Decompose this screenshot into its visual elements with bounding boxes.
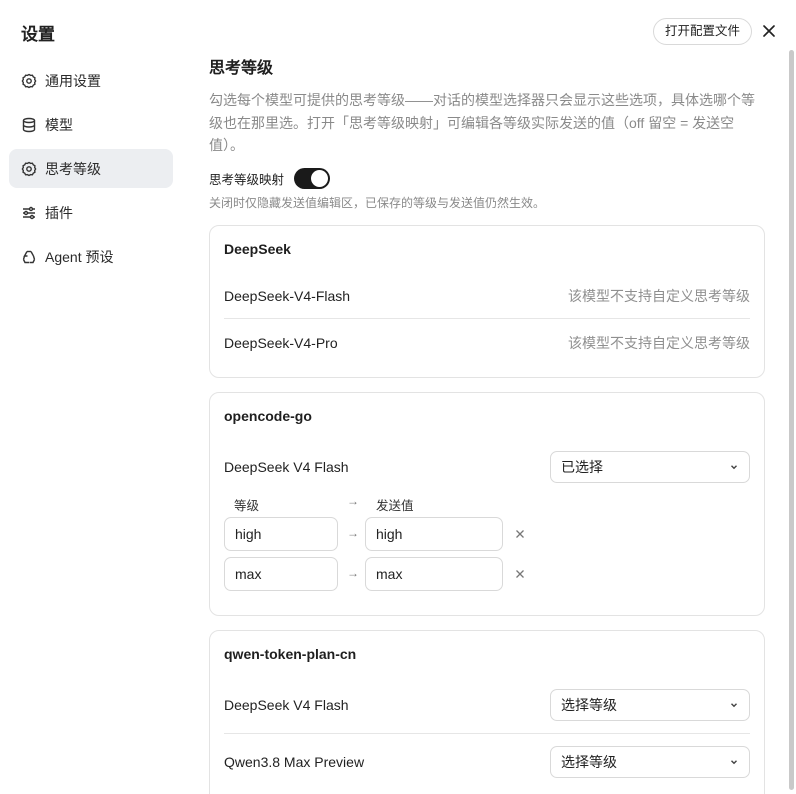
page-title: 思考等级 (209, 60, 274, 77)
sidebar-item-label: 插件 (45, 204, 73, 221)
model-note: 该模型不支持自定义思考等级 (568, 288, 750, 304)
model-row: DeepSeek-V4-Flash 该模型不支持自定义思考等级 (224, 286, 750, 306)
gear-icon (21, 73, 37, 89)
arrow-right-icon: → (347, 494, 359, 508)
database-icon (21, 117, 37, 133)
sidebar-item-label: 思考等级 (45, 160, 101, 177)
sliders-icon (21, 205, 37, 221)
sidebar-nav: 通用设置 模型 思考等级 插件 Agent 预设 (9, 61, 173, 281)
model-name: Qwen3.8 Max Preview (224, 754, 365, 770)
model-row: Qwen3.8 Max Preview 选择等级 (224, 746, 750, 778)
provider-name: opencode-go (224, 408, 312, 424)
chevron-down-icon (731, 703, 737, 708)
toggle-knob (311, 170, 329, 187)
provider-card-qwen-token-plan-cn: qwen-token-plan-cn DeepSeek V4 Flash 选择等… (209, 630, 765, 794)
mapping-value-input[interactable]: max (365, 557, 503, 591)
chevron-down-icon (731, 760, 737, 765)
remove-mapping-button[interactable] (513, 527, 527, 541)
provider-name: qwen-token-plan-cn (224, 646, 357, 662)
level-select[interactable]: 已选择 (550, 451, 750, 483)
model-name: DeepSeek V4 Flash (224, 697, 349, 713)
sidebar: 设置 通用设置 模型 思考等级 插件 Agent 预设 (0, 0, 190, 794)
divider (224, 318, 750, 319)
sidebar-item-label: 模型 (45, 116, 73, 133)
model-name: DeepSeek V4 Flash (224, 459, 349, 475)
arrow-right-icon: → (347, 566, 359, 580)
select-value: 已选择 (561, 459, 603, 475)
sidebar-item-thinking-levels[interactable]: 思考等级 (9, 149, 173, 188)
close-icon (516, 530, 524, 538)
model-row: DeepSeek-V4-Pro 该模型不支持自定义思考等级 (224, 333, 750, 353)
settings-window: 设置 通用设置 模型 思考等级 插件 Agent 预设 打开配置文件 思考等级 … (0, 0, 796, 794)
select-value: 选择等级 (561, 697, 617, 713)
mapping-level-input[interactable]: high (224, 517, 338, 551)
sidebar-item-models[interactable]: 模型 (9, 105, 173, 144)
model-note: 该模型不支持自定义思考等级 (568, 335, 750, 351)
sidebar-item-general[interactable]: 通用设置 (9, 61, 173, 100)
mapping-value-input[interactable]: high (365, 517, 503, 551)
page-description: 勾选每个模型可提供的思考等级——对话的模型选择器只会显示这些选项，具体选哪个等级… (209, 92, 755, 153)
model-name: DeepSeek-V4-Flash (224, 288, 351, 304)
divider (224, 733, 750, 734)
mapping-level-input[interactable]: max (224, 557, 338, 591)
level-select[interactable]: 选择等级 (550, 746, 750, 778)
model-row: DeepSeek V4 Flash 已选择 (224, 451, 750, 483)
chevron-down-icon (731, 465, 737, 470)
sidebar-item-plugins[interactable]: 插件 (9, 193, 173, 232)
mapping-toggle-row: 思考等级映射 (209, 168, 331, 189)
mapping-header-level: 等级 (234, 499, 260, 513)
provider-card-opencode-go: opencode-go DeepSeek V4 Flash 已选择 等级 → 发… (209, 392, 765, 616)
arrow-right-icon: → (347, 526, 359, 540)
gear-icon (21, 161, 37, 177)
level-select[interactable]: 选择等级 (550, 689, 750, 721)
mapping-hint: 关闭时仅隐藏发送值编辑区，已保存的等级与发送值仍然生效。 (209, 196, 546, 210)
remove-mapping-button[interactable] (513, 567, 527, 581)
recycle-icon (21, 249, 37, 265)
sidebar-item-label: 通用设置 (45, 72, 101, 89)
sidebar-item-agent-presets[interactable]: Agent 预设 (9, 237, 173, 276)
scrollbar[interactable] (789, 50, 794, 790)
mapping-toggle[interactable] (294, 168, 331, 189)
mapping-toggle-label: 思考等级映射 (209, 173, 285, 187)
provider-card-deepseek: DeepSeek DeepSeek-V4-Flash 该模型不支持自定义思考等级… (209, 225, 765, 378)
close-icon (516, 570, 524, 578)
select-value: 选择等级 (561, 754, 617, 770)
sidebar-title: 设置 (21, 25, 55, 44)
model-row: DeepSeek V4 Flash 选择等级 (224, 689, 750, 721)
main-panel: 思考等级 勾选每个模型可提供的思考等级——对话的模型选择器只会显示这些选项，具体… (209, 0, 765, 794)
model-name: DeepSeek-V4-Pro (224, 335, 338, 351)
sidebar-item-label: Agent 预设 (45, 248, 114, 265)
provider-name: DeepSeek (224, 241, 291, 257)
mapping-header-send-value: 发送值 (376, 499, 414, 513)
